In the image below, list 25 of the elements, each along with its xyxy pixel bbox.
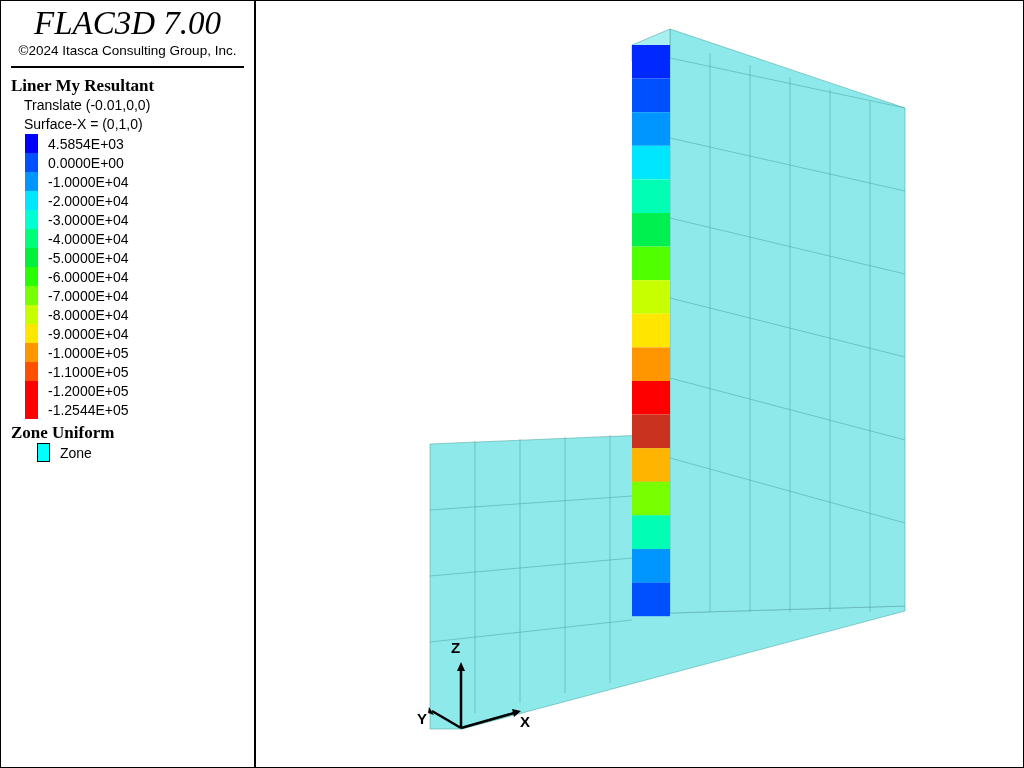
axis-label: X: [520, 713, 530, 730]
legend-label: -8.0000E+04: [48, 306, 129, 323]
legend-label: -1.1000E+05: [48, 363, 129, 380]
copyright-text: ©2024 Itasca Consulting Group, Inc.: [17, 43, 238, 58]
legend-label: -6.0000E+04: [48, 268, 129, 285]
legend-label: -4.0000E+04: [48, 230, 129, 247]
legend-label: 4.5854E+03: [48, 135, 124, 152]
legend-label: -9.0000E+04: [48, 325, 129, 342]
legend-note: Surface-X = (0,1,0): [23, 115, 144, 134]
legend-label: -1.2000E+05: [48, 382, 129, 399]
legend-label: 0.0000E+00: [48, 154, 124, 171]
legend-label: -7.0000E+04: [48, 287, 129, 304]
axis-label: Y: [417, 710, 427, 727]
legend-note: Translate (-0.01,0,0): [23, 96, 152, 115]
legend-label: -5.0000E+04: [48, 249, 129, 266]
legend-title: Liner My Resultant: [11, 76, 156, 96]
axis-label: Z: [451, 639, 461, 656]
legend-label: -1.2544E+05: [48, 401, 129, 418]
legend-label: -1.0000E+04: [48, 173, 129, 190]
legend-label: -2.0000E+04: [48, 192, 129, 209]
legend-label: -1.0000E+05: [48, 344, 129, 361]
legend-label: -3.0000E+04: [48, 211, 129, 228]
legend-title: Zone Uniform: [11, 423, 116, 443]
app-title: FLAC3D 7.00: [33, 5, 222, 41]
legend-label: Zone: [60, 444, 92, 461]
